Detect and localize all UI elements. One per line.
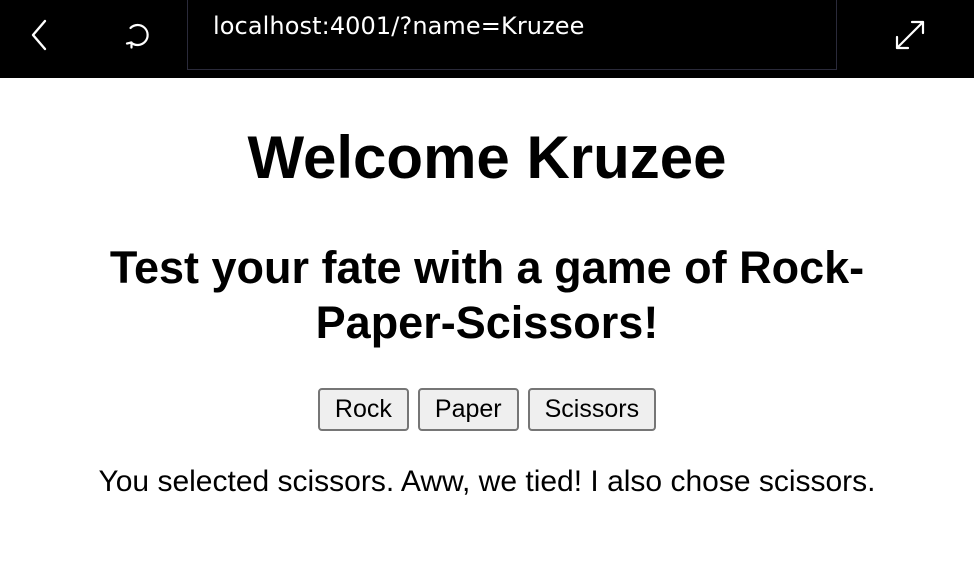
paper-button[interactable]: Paper [417,388,519,431]
page-content: Welcome Kruzee Test your fate with a gam… [0,78,974,588]
browser-toolbar: localhost:4001/?name=Kruzee [0,0,974,78]
page-subtitle: Test your fate with a game of Rock-Paper… [109,242,865,348]
reload-icon [125,23,149,49]
rock-button[interactable]: Rock [317,388,409,431]
chevron-left-icon [31,19,47,51]
reload-button[interactable] [115,0,161,70]
address-bar[interactable]: localhost:4001/?name=Kruzee [187,0,837,70]
choice-buttons: Rock Paper Scissors [0,388,974,431]
url-text: localhost:4001/?name=Kruzee [213,12,585,40]
back-button[interactable] [18,0,62,70]
scissors-button[interactable]: Scissors [527,388,657,431]
result-text: You selected scissors. Aww, we tied! I a… [98,465,876,498]
expand-button[interactable] [886,0,934,70]
page-title: Welcome Kruzee [247,124,727,191]
expand-icon [895,20,925,50]
